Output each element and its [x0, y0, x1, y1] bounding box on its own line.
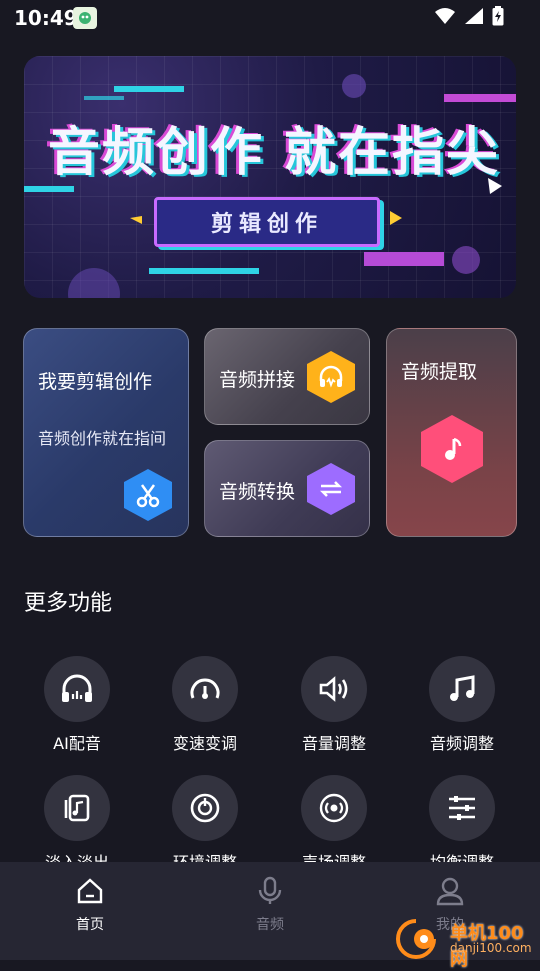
- banner-edit-button[interactable]: 剪辑创作: [154, 197, 380, 247]
- tool-ai-dubbing[interactable]: AI配音: [17, 656, 137, 754]
- nav-item-home[interactable]: 首页: [30, 876, 150, 934]
- tool-equalizer[interactable]: 均衡调整: [402, 775, 522, 873]
- home-icon: [77, 878, 103, 904]
- status-time: 10:49: [14, 6, 78, 30]
- card-audio-splice[interactable]: 音频拼接: [204, 328, 370, 425]
- promo-banner[interactable]: 音频创作 就在指尖 剪辑创作: [24, 56, 516, 298]
- signal-icon: [464, 7, 484, 29]
- nav-label-home: 首页: [76, 917, 104, 933]
- music-notes-icon: [429, 656, 495, 722]
- card-audio-convert[interactable]: 音频转换: [204, 440, 370, 537]
- card-edit-subtitle: 音频创作就在指间: [38, 429, 167, 448]
- tool-label: AI配音: [53, 734, 101, 753]
- tool-volume-adjust[interactable]: 音量调整: [274, 656, 394, 754]
- card-edit-title: 我要剪辑创作: [38, 371, 153, 393]
- broadcast-icon: [301, 775, 367, 841]
- card-convert-title: 音频转换: [219, 481, 296, 503]
- banner-headline: 音频创作 就在指尖: [47, 123, 501, 183]
- battery-icon: [492, 6, 504, 30]
- card-audio-extract[interactable]: 音频提取: [386, 328, 517, 537]
- wifi-icon: [434, 7, 456, 29]
- app-notification-icon: [73, 7, 97, 29]
- section-title-more: 更多功能: [24, 591, 113, 616]
- music-file-icon: [44, 775, 110, 841]
- tool-audio-adjust[interactable]: 音频调整: [402, 656, 522, 754]
- tool-environment[interactable]: 环境调整: [145, 775, 265, 873]
- tool-fade[interactable]: 淡入淡出: [17, 775, 137, 873]
- headphones-icon: [307, 351, 355, 403]
- card-splice-title: 音频拼接: [219, 369, 296, 391]
- nav-label-audio: 音频: [256, 917, 284, 933]
- watermark-logo-icon: [396, 919, 436, 959]
- tool-sound-field[interactable]: 声场调整: [274, 775, 394, 873]
- swap-arrows-icon: [307, 463, 355, 515]
- nav-item-audio[interactable]: 音频: [210, 876, 330, 934]
- music-note-icon: [421, 415, 483, 483]
- card-extract-title: 音频提取: [401, 361, 478, 383]
- tool-speed-pitch[interactable]: 变速变调: [145, 656, 265, 754]
- equalizer-icon: [429, 775, 495, 841]
- microphone-icon: [258, 876, 282, 904]
- volume-icon: [301, 656, 367, 722]
- user-icon: [436, 877, 464, 906]
- watermark-url: danji100.com: [450, 941, 532, 955]
- tool-label: 音频调整: [429, 734, 494, 753]
- speedometer-icon: [172, 656, 238, 722]
- tool-label: 变速变调: [172, 734, 237, 753]
- card-edit-create[interactable]: 我要剪辑创作 音频创作就在指间: [23, 328, 189, 537]
- headphones-icon: [44, 656, 110, 722]
- dial-icon: [172, 775, 238, 841]
- tool-label: 音量调整: [301, 734, 366, 753]
- scissors-icon: [124, 469, 172, 521]
- site-watermark: 单机100网 danji100.com: [392, 915, 540, 970]
- status-bar: 10:49: [0, 0, 540, 36]
